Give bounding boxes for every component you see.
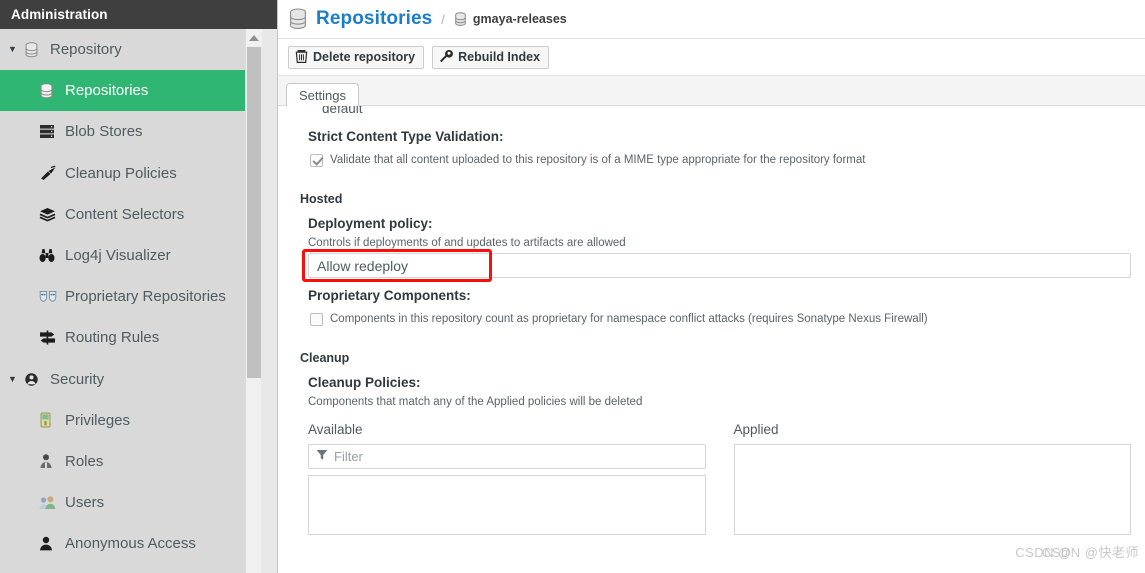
- available-title: Available: [308, 422, 363, 437]
- applied-title: Applied: [733, 422, 779, 437]
- sidebar-scrollbar[interactable]: [245, 29, 262, 573]
- sidebar-item-cleanup-policies[interactable]: Cleanup Policies: [0, 153, 261, 194]
- database-icon: [39, 83, 63, 99]
- broom-icon: [39, 165, 63, 181]
- cleanup-policies-hint: Components that match any of the Applied…: [308, 396, 643, 408]
- binoculars-icon: [39, 248, 63, 263]
- settings-form-scroll-area[interactable]: default Strict Content Type Validation: …: [278, 106, 1145, 573]
- strict-content-type-checkbox[interactable]: [310, 154, 323, 167]
- cleanup-section-label: Cleanup: [300, 351, 350, 365]
- csdn-watermark: CSDN @CSDN @快老师: [1015, 542, 1139, 561]
- sidebar-item-privileges[interactable]: Privileges: [0, 400, 261, 441]
- delete-repository-label: Delete repository: [313, 50, 416, 64]
- breadcrumb: Repositories / gmaya-releases: [278, 0, 1145, 39]
- shield-person-icon: [24, 372, 48, 387]
- available-listbox[interactable]: [308, 475, 706, 535]
- strict-content-type-label: Strict Content Type Validation:: [308, 129, 504, 144]
- delete-repository-button[interactable]: Delete repository: [288, 45, 425, 69]
- sidebar-item-repositories[interactable]: Repositories: [0, 70, 261, 112]
- people-icon: [39, 495, 63, 510]
- chevron-down-icon[interactable]: ▼: [8, 374, 22, 384]
- database-icon: [24, 41, 48, 58]
- sidebar-nav-list: ▼ Repository Repositories Blob Stores Cl…: [0, 29, 261, 564]
- sidebar-scroll-gutter: [261, 29, 277, 573]
- sidebar-item-users[interactable]: Users: [0, 482, 261, 523]
- format-value-cutoff: default: [322, 106, 363, 116]
- hosted-section-label: Hosted: [300, 192, 343, 206]
- sidebar-item-label: Blob Stores: [65, 123, 143, 141]
- strict-content-type-row[interactable]: Validate that all content uploaded to th…: [292, 153, 1131, 167]
- rebuild-index-button[interactable]: Rebuild Index: [432, 45, 550, 69]
- sidebar: Administration ▼ Repository Repositories: [0, 0, 278, 573]
- sidebar-item-label: Anonymous Access: [65, 535, 196, 553]
- sidebar-item-label: Repository: [50, 41, 122, 59]
- breadcrumb-separator: /: [441, 11, 445, 27]
- available-filter-input[interactable]: Filter: [308, 444, 706, 469]
- deployment-policy-hint: Controls if deployments of and updates t…: [308, 237, 626, 249]
- tab-settings-label: Settings: [299, 87, 346, 103]
- signpost-icon: [39, 330, 63, 345]
- sidebar-item-label: Content Selectors: [65, 205, 185, 223]
- applied-listbox[interactable]: [733, 444, 1131, 535]
- scroll-up-arrow-icon[interactable]: [246, 29, 262, 46]
- deployment-policy-label: Deployment policy:: [308, 216, 433, 231]
- watermark-text-b: CSDN @快老师: [1041, 545, 1139, 560]
- server-stack-icon: [39, 124, 63, 139]
- sidebar-item-content-selectors[interactable]: Content Selectors: [0, 194, 261, 235]
- trash-icon: [295, 49, 308, 66]
- cleanup-policies-dual-list: Available Filter Applied: [292, 422, 1131, 535]
- sidebar-item-blob-stores[interactable]: Blob Stores: [0, 111, 261, 152]
- available-filter-placeholder: Filter: [334, 449, 363, 464]
- sidebar-item-label: Cleanup Policies: [65, 164, 177, 182]
- sidebar-item-log4j-visualizer[interactable]: Log4j Visualizer: [0, 235, 261, 276]
- filter-icon: [316, 448, 328, 466]
- sidebar-item-label: Proprietary Repositories: [65, 288, 226, 306]
- breadcrumb-current: gmaya-releases: [472, 12, 567, 26]
- sidebar-item-label: Security: [50, 370, 105, 388]
- person-icon: [39, 536, 63, 551]
- sidebar-item-label: Roles: [65, 452, 104, 470]
- admin-header: Administration: [0, 0, 277, 29]
- sidebar-item-proprietary-repositories[interactable]: Proprietary Repositories: [0, 276, 261, 317]
- sidebar-item-label: Routing Rules: [65, 329, 160, 347]
- proprietary-components-row[interactable]: Components in this repository count as p…: [292, 312, 1131, 326]
- person-badge-icon: [39, 453, 63, 469]
- sidebar-item-repository[interactable]: ▼ Repository: [0, 29, 261, 70]
- proprietary-components-label: Proprietary Components:: [308, 288, 471, 303]
- applied-column: Applied: [733, 422, 1131, 535]
- sidebar-item-label: Users: [65, 494, 105, 512]
- database-icon: [454, 11, 467, 27]
- key-card-icon: [39, 412, 63, 428]
- sidebar-item-routing-rules[interactable]: Routing Rules: [0, 317, 261, 358]
- chevron-down-icon[interactable]: ▼: [8, 45, 22, 54]
- layers-icon: [39, 207, 63, 222]
- sidebar-item-anonymous-access[interactable]: Anonymous Access: [0, 523, 261, 564]
- rebuild-index-label: Rebuild Index: [458, 50, 541, 64]
- deployment-policy-select[interactable]: Allow redeploy: [308, 253, 1131, 278]
- tab-settings[interactable]: Settings: [286, 83, 359, 106]
- wrench-icon: [439, 49, 454, 66]
- cleanup-policies-label: Cleanup Policies:: [308, 375, 421, 390]
- action-toolbar: Delete repository Rebuild Index: [278, 39, 1145, 76]
- admin-header-title: Administration: [11, 7, 108, 22]
- sidebar-item-label: Log4j Visualizer: [65, 247, 171, 265]
- main-content: Repositories / gmaya-releases Delete rep…: [278, 0, 1145, 573]
- app-root: Administration ▼ Repository Repositories: [0, 0, 1145, 573]
- deployment-policy-select-wrap: Allow redeploy: [292, 249, 1131, 282]
- scrollbar-thumb[interactable]: [247, 47, 261, 378]
- available-column: Available Filter: [308, 422, 706, 535]
- strict-content-type-text: Validate that all content uploaded to th…: [330, 154, 866, 166]
- deployment-policy-value: Allow redeploy: [317, 257, 409, 274]
- proprietary-components-checkbox[interactable]: [310, 313, 323, 326]
- proprietary-components-text: Components in this repository count as p…: [330, 313, 928, 325]
- breadcrumb-title[interactable]: Repositories: [316, 8, 432, 30]
- database-icon: [288, 8, 308, 30]
- sidebar-item-roles[interactable]: Roles: [0, 441, 261, 482]
- tabstrip: Settings: [278, 76, 1145, 106]
- settings-form: default Strict Content Type Validation: …: [278, 106, 1145, 535]
- masks-icon: [39, 289, 63, 304]
- sidebar-item-label: Repositories: [65, 82, 149, 100]
- sidebar-item-security[interactable]: ▼ Security: [0, 359, 261, 400]
- sidebar-item-label: Privileges: [65, 411, 131, 429]
